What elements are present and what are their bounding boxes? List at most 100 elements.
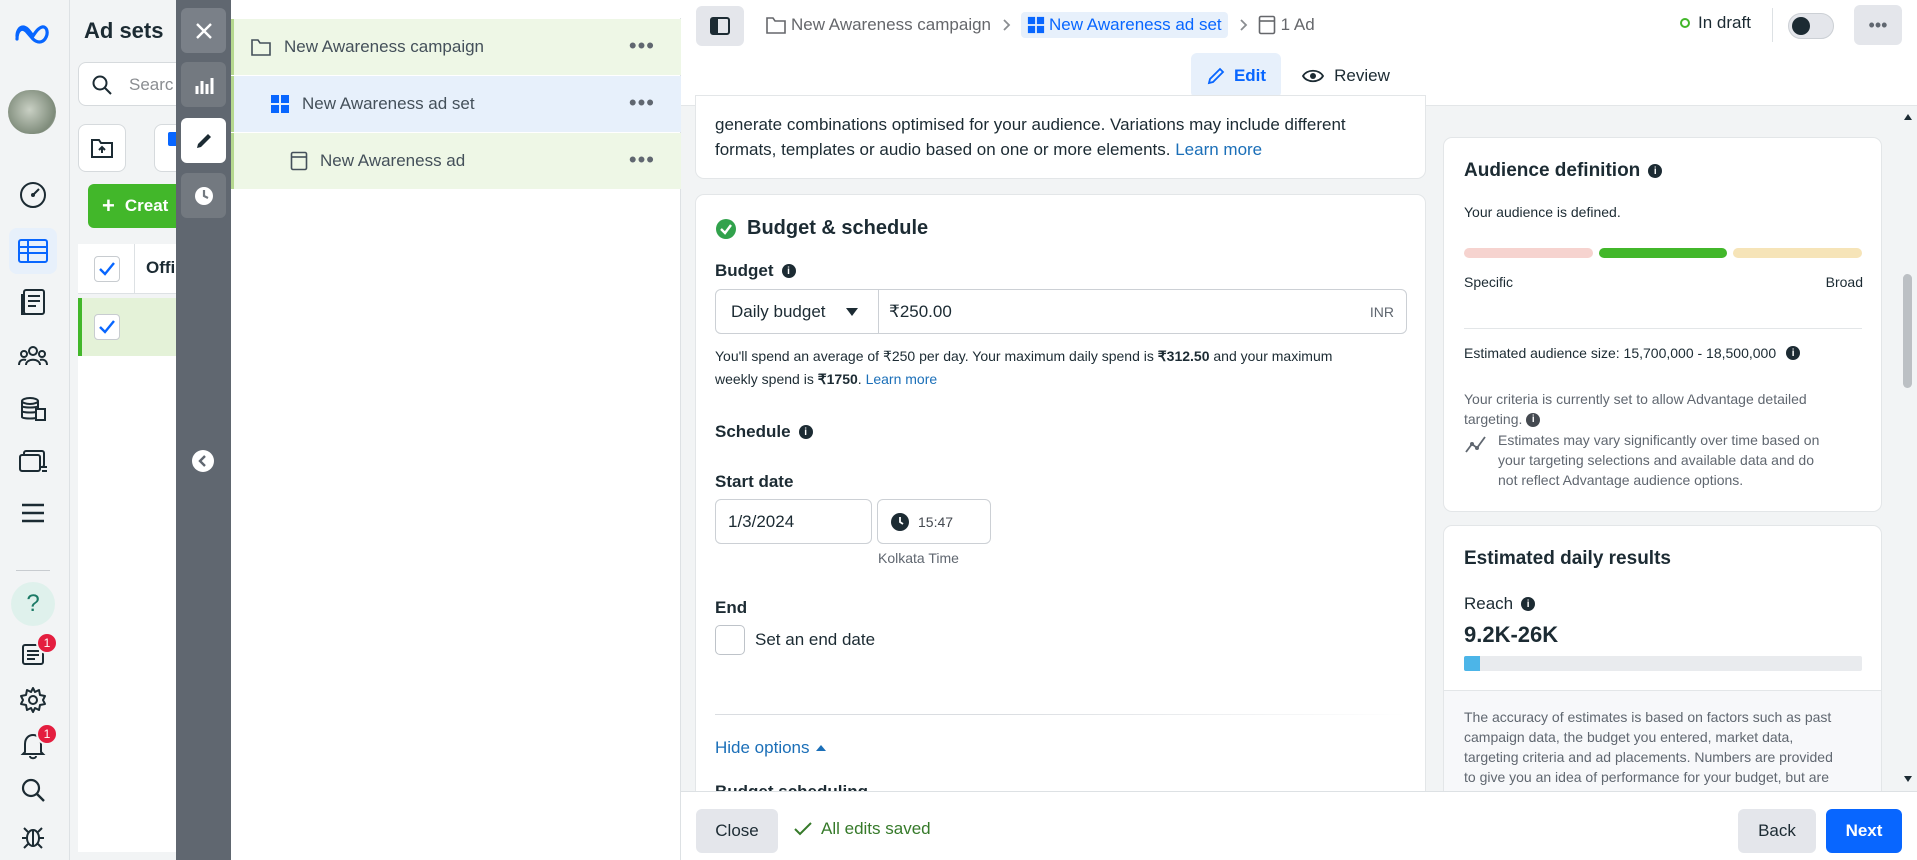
tab-edit-label: Edit xyxy=(1233,65,1267,85)
folder-upload-button[interactable] xyxy=(78,124,126,172)
budget-amount-input[interactable]: ₹250.00 INR xyxy=(878,289,1407,334)
hide-options-link[interactable]: Hide options xyxy=(715,738,826,758)
scroll-down-arrow-icon[interactable] xyxy=(1904,776,1912,782)
specific-label: Specific xyxy=(1464,274,1514,290)
meter-defined-segment xyxy=(1598,248,1728,258)
plus-icon: + xyxy=(102,193,115,218)
bug-report-icon[interactable] xyxy=(17,820,49,852)
tab-edit[interactable]: Edit xyxy=(1191,53,1281,98)
chevron-right-icon xyxy=(1003,19,1011,31)
learn-more-link[interactable]: Learn more xyxy=(866,371,938,387)
clock-icon xyxy=(891,512,909,531)
divider xyxy=(715,714,1407,715)
audience-status: Your audience is defined. xyxy=(1464,204,1621,220)
create-button[interactable]: + Creat xyxy=(88,184,188,228)
info-icon[interactable]: i xyxy=(1786,346,1801,360)
results-title: Estimated daily results xyxy=(1464,548,1671,569)
meter-broad-segment xyxy=(1733,248,1863,258)
info-icon[interactable]: i xyxy=(798,425,813,439)
select-all-checkbox[interactable] xyxy=(94,256,120,282)
notifications-badge: 1 xyxy=(36,723,58,745)
tree-item-adset[interactable]: New Awareness ad set ••• xyxy=(231,76,681,132)
info-icon[interactable]: i xyxy=(1648,164,1663,178)
close-button[interactable]: Close xyxy=(696,809,778,853)
more-menu-button[interactable]: ••• xyxy=(1854,5,1902,45)
accuracy-text: The accuracy of estimates is based on fa… xyxy=(1464,709,1833,785)
tab-review[interactable]: Review xyxy=(1291,53,1401,98)
tree-adset-label: New Awareness ad set xyxy=(302,94,475,113)
left-rail: ? 1 1 xyxy=(0,0,70,860)
draft-status-dot-icon xyxy=(1680,18,1690,28)
end-date-checkbox-label[interactable]: Set an end date xyxy=(755,630,875,650)
grid-icon xyxy=(1027,16,1045,34)
pages-icon[interactable] xyxy=(17,286,49,318)
info-icon[interactable]: i xyxy=(1526,413,1541,428)
ad-sets-title: Ad sets xyxy=(84,18,164,43)
toggle-sidebar-button[interactable] xyxy=(696,6,744,46)
create-label: Creat xyxy=(124,196,169,215)
editor-footer: Close All edits saved Back Next xyxy=(681,791,1917,860)
catalog-icon[interactable] xyxy=(17,445,49,477)
collapse-chevron-icon[interactable] xyxy=(192,450,214,472)
meta-logo-icon[interactable] xyxy=(13,18,53,50)
editor-mode-strip xyxy=(176,0,231,860)
start-date-label: Start date xyxy=(715,472,794,491)
settings-gear-icon[interactable] xyxy=(17,684,49,716)
all-tools-menu-icon[interactable] xyxy=(17,497,49,529)
creative-note-text: generate combinations optimised for your… xyxy=(715,115,1346,159)
campaigns-table-icon[interactable] xyxy=(17,235,49,267)
start-time-input[interactable]: 15:47 xyxy=(877,499,991,544)
audiences-icon[interactable] xyxy=(17,340,49,372)
avatar[interactable] xyxy=(8,90,56,134)
scroll-up-arrow-icon[interactable] xyxy=(1904,114,1912,120)
panel-bottom-card xyxy=(78,356,188,852)
vertical-scrollbar[interactable] xyxy=(1899,106,1917,791)
main-editor: New Awareness campaign New Awareness ad … xyxy=(681,0,1917,860)
close-icon xyxy=(195,22,212,39)
more-options-icon[interactable]: ••• xyxy=(629,33,655,59)
info-icon[interactable]: i xyxy=(1521,597,1536,611)
rail-divider xyxy=(16,570,50,571)
breadcrumb-campaign[interactable]: New Awareness campaign xyxy=(791,15,991,35)
chevron-right-icon xyxy=(1240,19,1247,31)
check-circle-icon xyxy=(716,218,736,239)
charts-button[interactable] xyxy=(181,62,226,107)
back-button[interactable]: Back xyxy=(1738,809,1816,853)
edit-mode-button[interactable] xyxy=(181,118,226,163)
tab-review-label: Review xyxy=(1334,65,1390,85)
pencil-icon xyxy=(196,133,211,148)
table-row[interactable] xyxy=(78,298,188,356)
table-header: Offi xyxy=(78,244,188,294)
start-date-input[interactable]: 1/3/2024 xyxy=(715,499,872,544)
tree-item-campaign[interactable]: New Awareness campaign ••• xyxy=(231,19,681,75)
budget-schedule-card: Budget & schedule Budget i Daily budget ₹… xyxy=(696,195,1425,860)
dashboard-icon[interactable] xyxy=(17,179,49,211)
info-icon[interactable]: i xyxy=(781,264,796,278)
row-checkbox[interactable] xyxy=(94,314,120,340)
pencil-icon xyxy=(1207,67,1225,84)
tree-item-ad[interactable]: New Awareness ad ••• xyxy=(231,133,681,189)
billing-icon[interactable] xyxy=(17,393,49,425)
help-icon[interactable]: ? xyxy=(17,588,49,620)
spend-explanation: You'll spend an average of ₹250 per day.… xyxy=(715,348,1333,387)
history-button[interactable] xyxy=(181,173,226,218)
budget-type-dropdown[interactable]: Daily budget xyxy=(715,289,879,334)
end-label: End xyxy=(715,598,748,617)
trend-graph-icon xyxy=(1465,436,1486,453)
more-options-icon[interactable]: ••• xyxy=(629,147,655,173)
scrollbar-thumb[interactable] xyxy=(1903,274,1912,388)
end-date-checkbox[interactable] xyxy=(715,625,745,655)
section-header: Budget & schedule xyxy=(715,217,928,240)
breadcrumb-adset-pill[interactable]: New Awareness ad set xyxy=(1021,12,1228,38)
next-button[interactable]: Next xyxy=(1826,809,1902,853)
learn-more-link[interactable]: Learn more xyxy=(1175,140,1262,159)
ad-sets-search[interactable]: Searc xyxy=(78,62,188,106)
audience-meter xyxy=(1464,248,1863,258)
clock-icon xyxy=(194,186,213,205)
search-icon[interactable] xyxy=(17,774,49,806)
publish-toggle[interactable] xyxy=(1788,13,1834,39)
close-editor-button[interactable] xyxy=(181,8,226,53)
news-badge: 1 xyxy=(36,632,58,654)
more-options-icon[interactable]: ••• xyxy=(629,90,655,116)
breadcrumb-ad[interactable]: 1 Ad xyxy=(1281,15,1315,35)
